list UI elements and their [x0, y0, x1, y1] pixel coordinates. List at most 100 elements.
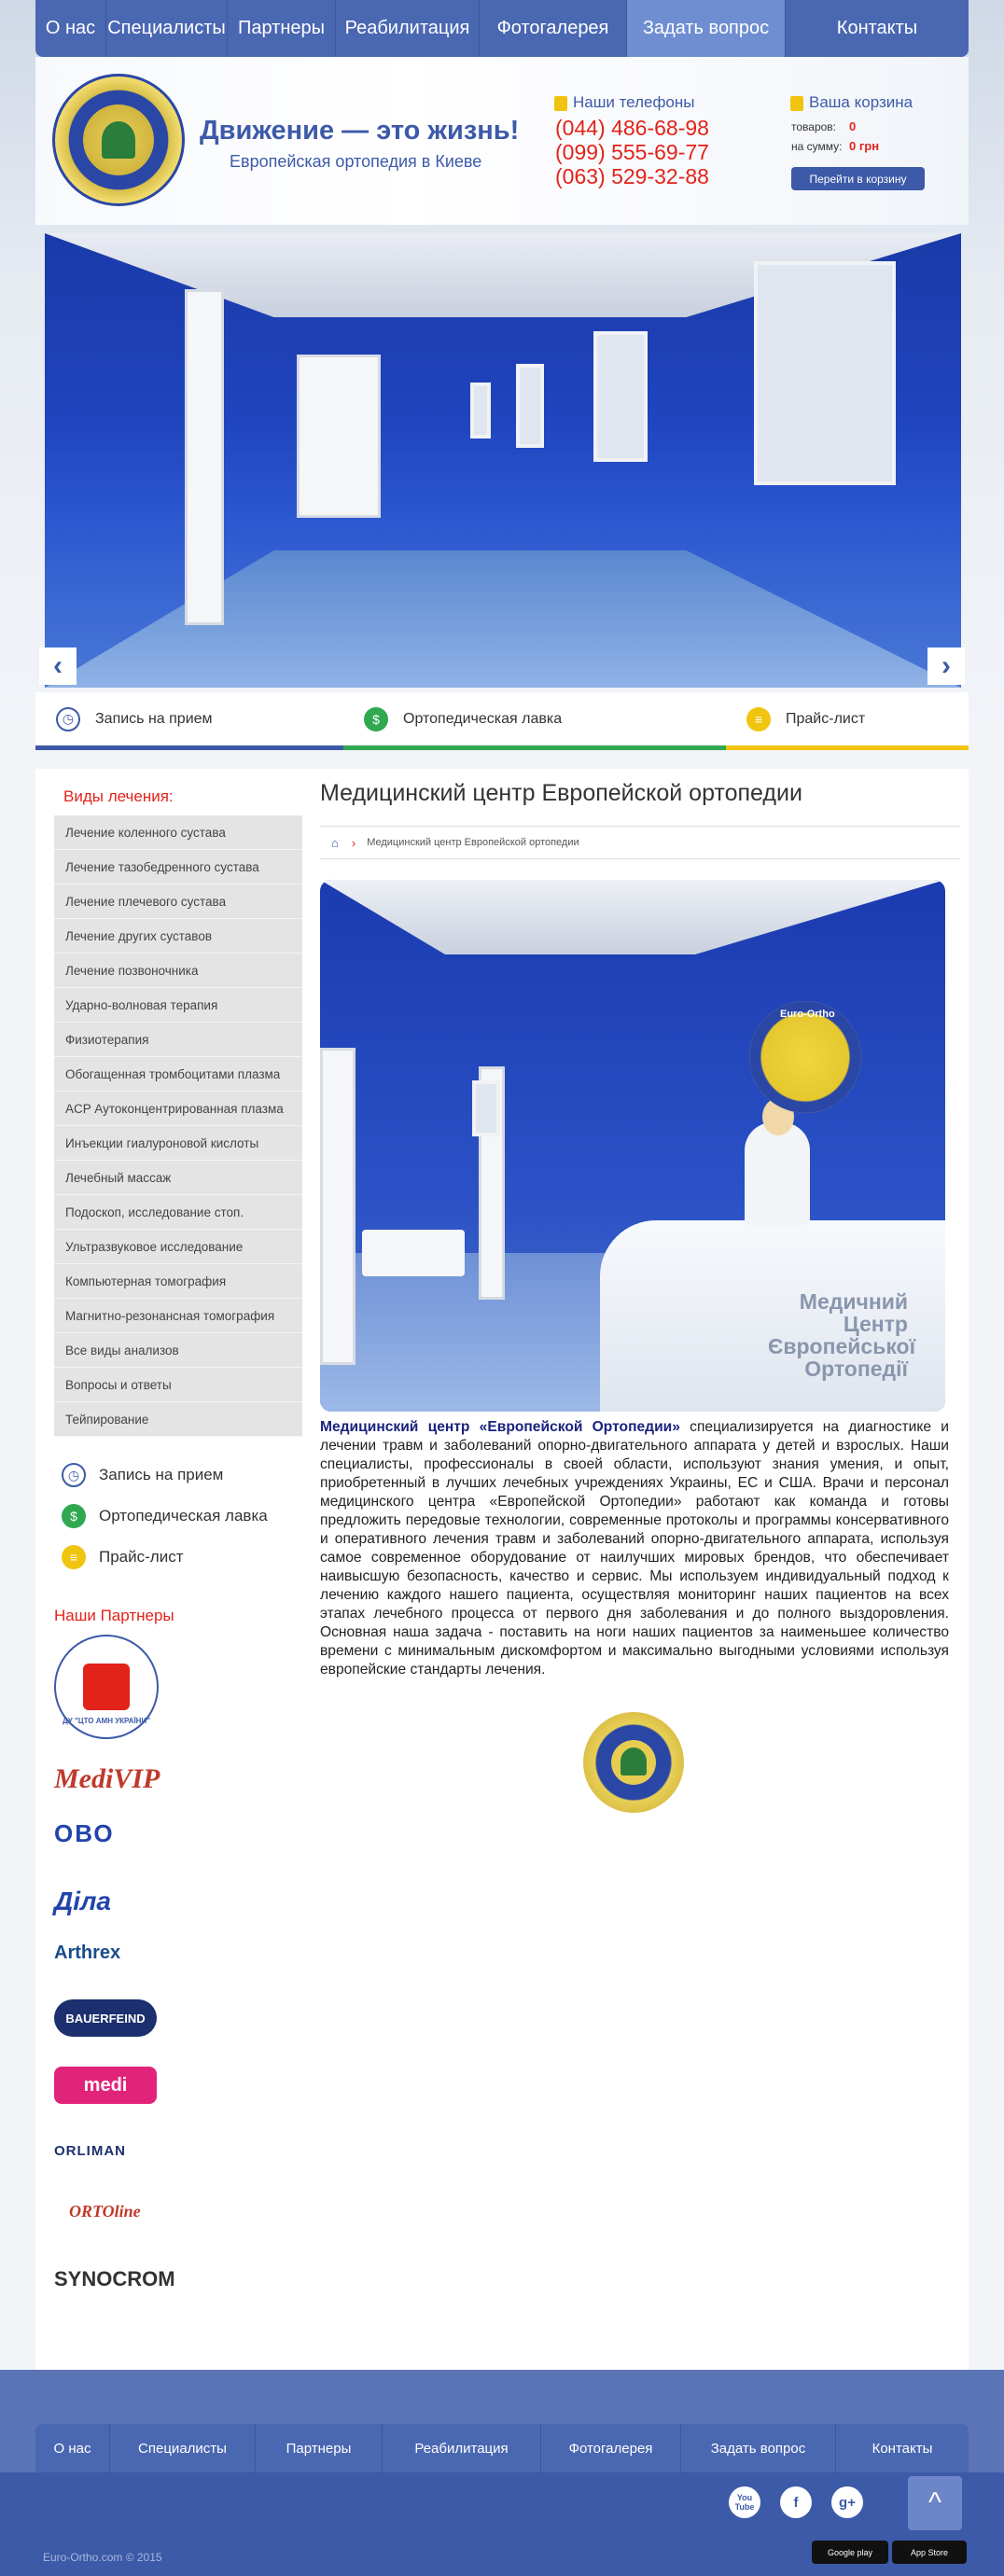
treatment-menu: Лечение коленного сустава Лечение тазобе… [54, 815, 302, 1437]
cart-icon: $ [62, 1504, 86, 1528]
treatment-item[interactable]: Лечебный массаж [54, 1161, 302, 1195]
phone-2[interactable]: (099) 555-69-77 [555, 140, 709, 165]
treatment-item[interactable]: Лечение коленного сустава [54, 815, 302, 850]
partner-orliman[interactable]: ORLIMAN [54, 2143, 126, 2159]
cart-title-text: Ваша корзина [809, 93, 913, 111]
nav-about[interactable]: О нас [35, 0, 106, 57]
google-plus-icon[interactable]: g+ [831, 2486, 863, 2518]
treatment-item[interactable]: Тейпирование [54, 1402, 302, 1437]
treatment-item[interactable]: Лечение плечевого сустава [54, 884, 302, 919]
footer-nav-specialists[interactable]: Специалисты [110, 2424, 256, 2472]
app-store-badge[interactable]: App Store [892, 2541, 967, 2564]
partner-ortoline[interactable]: ORTOline [69, 2202, 141, 2221]
quick-tab-shop-label: Ортопедическая лавка [403, 710, 563, 727]
quick-tab-shop[interactable]: $ Ортопедическая лавка [343, 692, 726, 750]
photo-door-left [320, 1048, 356, 1365]
treatment-item[interactable]: Подоскоп, исследование стоп. [54, 1195, 302, 1230]
nav-gallery[interactable]: Фотогалерея [480, 0, 627, 57]
footer-nav-ask-question[interactable]: Задать вопрос [681, 2424, 836, 2472]
treatment-item[interactable]: Лечение позвоночника [54, 954, 302, 988]
scroll-to-top-button[interactable]: ^ [908, 2476, 962, 2530]
photo-receptionist [745, 1122, 810, 1225]
slide-frame-3 [593, 331, 648, 462]
footer-nav-contacts[interactable]: Контакты [836, 2424, 969, 2472]
nav-ask-question[interactable]: Задать вопрос [627, 0, 786, 57]
home-icon[interactable]: ⌂ [331, 836, 339, 850]
photo-logo-text: Euro-Ortho [780, 1009, 835, 1020]
partners-title: Наши Партнеры [54, 1607, 174, 1624]
partner-medivip[interactable]: MediVIP [54, 1763, 160, 1795]
about-lead: Медицинский центр «Европейской Ортопедии… [320, 1419, 680, 1435]
treatment-item[interactable]: Вопросы и ответы [54, 1368, 302, 1402]
nav-specialists[interactable]: Специалисты [106, 0, 228, 57]
hero-slider[interactable] [45, 233, 961, 688]
facebook-icon[interactable]: f [780, 2486, 812, 2518]
partner-medi[interactable]: medi [54, 2067, 157, 2104]
slider-prev-button[interactable]: ‹ [39, 647, 77, 685]
subslogan: Европейская ортопедия в Киеве [230, 152, 482, 171]
phone-icon [554, 95, 567, 111]
page-title: Медицинский центр Европейской ортопедии [320, 780, 802, 806]
treatment-item[interactable]: Инъекции гиалуроновой кислоты [54, 1126, 302, 1161]
treatment-item[interactable]: Лечение тазобедренного сустава [54, 850, 302, 884]
footer-nav-partners[interactable]: Партнеры [256, 2424, 383, 2472]
partner-bauerfeind[interactable]: BAUERFEIND [54, 1999, 157, 2037]
slide-floor [45, 550, 961, 688]
phones-title: Наши телефоны [554, 93, 695, 112]
cart-icon [790, 95, 803, 111]
nav-rehabilitation[interactable]: Реабилитация [336, 0, 480, 57]
nav-contacts[interactable]: Контакты [786, 0, 969, 57]
go-to-cart-button[interactable]: Перейти в корзину [791, 167, 925, 190]
partner-dila[interactable]: Діла [54, 1887, 111, 1916]
slide-door-left [185, 289, 224, 625]
google-play-badge[interactable]: Google play [812, 2541, 888, 2564]
treatment-item[interactable]: Все виды анализов [54, 1333, 302, 1368]
phone-3[interactable]: (063) 529-32-88 [555, 164, 709, 189]
cart-sum-value: 0 грн [849, 139, 880, 153]
treatment-item[interactable]: Ультразвуковое исследование [54, 1230, 302, 1264]
treatment-types-title: Виды лечения: [63, 787, 174, 805]
quick-tab-pricelist[interactable]: ≡ Прайс-лист [726, 692, 969, 750]
treatment-item[interactable]: Физиотерапия [54, 1023, 302, 1057]
partner-arthrex[interactable]: Arthrex [54, 1942, 120, 1964]
footer-nav-rehabilitation[interactable]: Реабилитация [383, 2424, 541, 2472]
treatment-item[interactable]: Обогащенная тромбоцитами плазма [54, 1057, 302, 1092]
sidebar-link-pricelist-label: Прайс-лист [99, 1548, 184, 1566]
list-icon: ≡ [746, 706, 771, 731]
treatment-item[interactable]: Ударно-волновая терапия [54, 988, 302, 1023]
sidebar-link-appointment[interactable]: ◷ Запись на прием [62, 1463, 223, 1487]
partner-ovo[interactable]: ОВО [54, 1819, 115, 1848]
slide-frame-4 [754, 261, 896, 485]
partner-synocrom[interactable]: SYNOCROM [54, 2267, 175, 2291]
clock-24-icon: ◷ [62, 1463, 86, 1487]
breadcrumb: ⌂ › Медицинский центр Европейской ортопе… [320, 826, 960, 859]
treatment-item[interactable]: ACP Аутоконцентрированная плазма [54, 1092, 302, 1126]
clinic-photo: Euro-Ortho Медичний Центр Європейської О… [320, 880, 945, 1412]
phones-title-text: Наши телефоны [573, 93, 695, 111]
treatment-item[interactable]: Лечение других суставов [54, 919, 302, 954]
slide-frame-1 [470, 383, 491, 439]
photo-frame [472, 1080, 500, 1136]
site-logo[interactable] [52, 74, 185, 206]
sidebar-link-shop[interactable]: $ Ортопедическая лавка [62, 1504, 268, 1528]
partner-cto-amn-label: ДУ "ЦТО АМН УКРАЇНИ" [62, 1717, 150, 1725]
treatment-item[interactable]: Магнитно-резонансная томография [54, 1299, 302, 1333]
quick-tab-appointment[interactable]: ◷ Запись на прием [35, 692, 343, 750]
cart-items-value: 0 [849, 119, 857, 133]
slider-next-button[interactable]: › [927, 647, 965, 685]
quick-tab-pricelist-label: Прайс-лист [786, 710, 866, 727]
breadcrumb-current: Медицинский центр Европейской ортопедии [367, 837, 579, 848]
footer-nav-about[interactable]: О нас [35, 2424, 110, 2472]
sidebar-link-pricelist[interactable]: ≡ Прайс-лист [62, 1545, 184, 1569]
cart-sum-label: на сумму: [791, 140, 843, 153]
nav-partners[interactable]: Партнеры [228, 0, 336, 57]
treatment-item[interactable]: Компьютерная томография [54, 1264, 302, 1299]
slide-door [297, 355, 381, 518]
slide-frame-2 [516, 364, 544, 448]
youtube-icon[interactable]: You Tube [729, 2486, 760, 2518]
phone-1[interactable]: (044) 486-68-98 [555, 116, 709, 141]
cart-title: Ваша корзина [790, 93, 913, 112]
chevron-right-icon: › [351, 835, 356, 850]
footer-nav-gallery[interactable]: Фотогалерея [541, 2424, 681, 2472]
emblem-logo [583, 1712, 684, 1813]
